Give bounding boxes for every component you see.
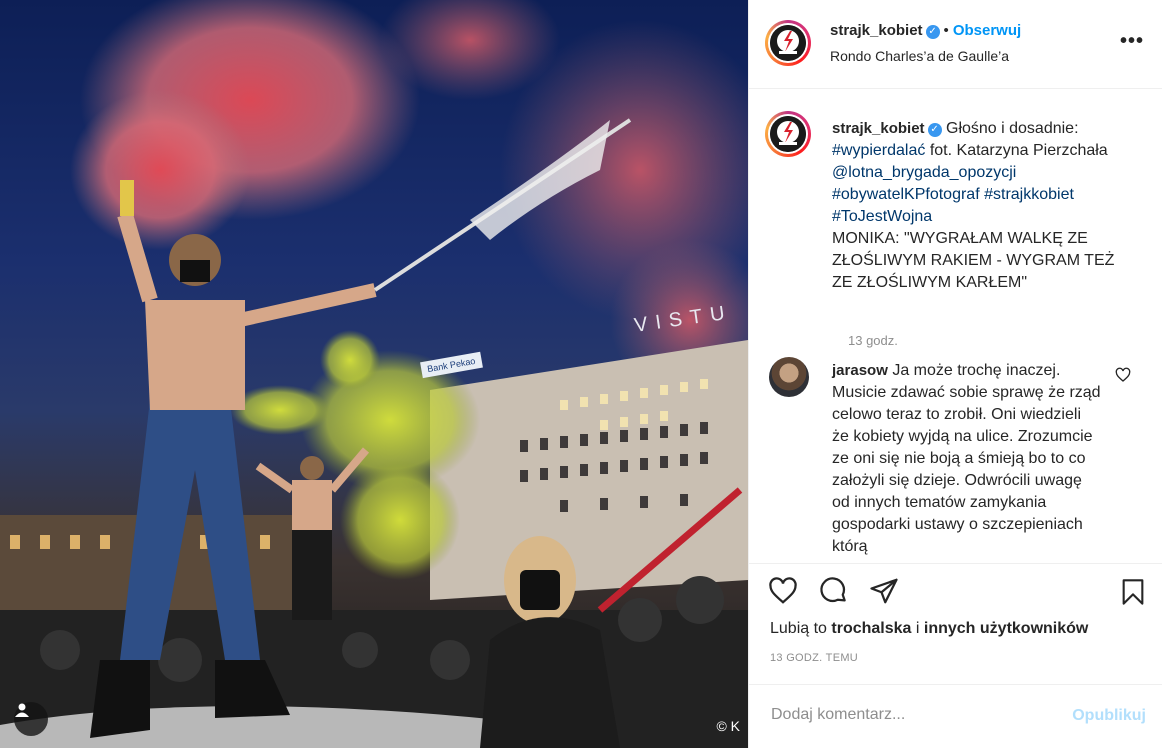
verified-badge-icon: ✓: [925, 25, 940, 39]
post-actions: [749, 563, 1162, 617]
post-photo[interactable]: VISTU Bank Pekao © K: [0, 0, 748, 748]
other-likers-link[interactable]: innych użytkowników: [924, 620, 1088, 637]
add-comment-bar: Opublikuj: [749, 684, 1162, 748]
likes-middle: i: [911, 620, 924, 637]
author-avatar[interactable]: [765, 20, 811, 66]
share-plane-icon[interactable]: [868, 576, 900, 606]
post-sidebar: strajk_kobiet ✓ • Obserwuj Rondo Charles’a …: [748, 0, 1162, 748]
follow-button[interactable]: Obserwuj: [953, 22, 1021, 39]
hashtag-link[interactable]: #obywatelKPfotograf: [832, 186, 980, 203]
publish-button[interactable]: Opublikuj: [1072, 707, 1146, 725]
likes-summary: Lubią to trochalska i innych użytkownikó…: [770, 620, 1088, 638]
caption-intro: Głośno i dosadnie:: [941, 120, 1079, 137]
hashtag-link[interactable]: #wypierdalać: [832, 142, 925, 159]
location-link[interactable]: Rondo Charles’a de Gaulle’a: [830, 48, 1009, 64]
strajk-logo-icon: [770, 25, 806, 61]
save-bookmark-icon[interactable]: [1119, 576, 1147, 608]
comment-body: Ja może trochę inaczej. Musicie zdawać s…: [832, 362, 1101, 555]
post-header: strajk_kobiet ✓ • Obserwuj Rondo Charles’a …: [749, 0, 1162, 89]
separator-dot: •: [943, 22, 949, 39]
hashtag-link[interactable]: #strajkkobiet: [984, 186, 1074, 203]
caption-quote: MONIKA: "WYGRAŁAM WALKĘ ZE ZŁOŚLIWYM RAK…: [832, 230, 1115, 291]
liker-username[interactable]: trochalska: [831, 620, 911, 637]
like-heart-icon[interactable]: [767, 576, 799, 606]
comment-text: jarasow Ja może trochę inaczej. Musicie …: [832, 360, 1102, 558]
commenter-avatar[interactable]: [769, 357, 809, 397]
strajk-logo-icon: [770, 116, 806, 152]
caption-username[interactable]: strajk_kobiet: [832, 120, 925, 137]
commenter-username[interactable]: jarasow: [832, 362, 888, 379]
caption-avatar[interactable]: [765, 111, 811, 157]
header-title-line: strajk_kobiet ✓ • Obserwuj: [830, 22, 1021, 39]
photo-illustration: [0, 0, 748, 748]
caption-credit: fot. Katarzyna Pierzchała: [925, 142, 1108, 159]
caption-timestamp[interactable]: 13 godz.: [848, 333, 898, 348]
verified-badge-icon: ✓: [927, 123, 942, 137]
tagged-users-button[interactable]: [14, 702, 48, 736]
hashtag-link[interactable]: #ToJestWojna: [832, 208, 932, 225]
photo-watermark: © K: [716, 718, 740, 734]
like-comment-heart-icon[interactable]: [1115, 367, 1131, 383]
comment-bubble-icon[interactable]: [818, 576, 850, 606]
likes-prefix: Lubią to: [770, 620, 832, 637]
user-icon: [15, 703, 29, 717]
caption-text: strajk_kobiet ✓ Głośno i dosadnie: #wypie…: [832, 118, 1132, 294]
mention-link[interactable]: @lotna_brygada_opozycji: [832, 164, 1016, 181]
comment-input[interactable]: [769, 705, 1063, 725]
author-username[interactable]: strajk_kobiet: [830, 22, 923, 39]
post-timestamp[interactable]: 13 GODZ. TEMU: [770, 652, 858, 664]
more-options-icon[interactable]: •••: [1120, 31, 1144, 51]
comments-section[interactable]: strajk_kobiet ✓ Głośno i dosadnie: #wypie…: [749, 89, 1162, 563]
